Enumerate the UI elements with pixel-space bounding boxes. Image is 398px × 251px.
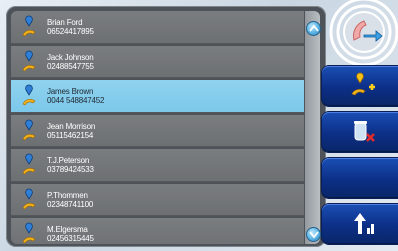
- scroll-up-button[interactable]: [306, 21, 321, 36]
- contact-name: Jean Morrison: [47, 121, 96, 131]
- phone-call-icon: [329, 0, 398, 67]
- sort-button[interactable]: [322, 204, 398, 244]
- contact-name: T.J.Peterson: [47, 156, 90, 165]
- contact-number: 02348741100: [47, 199, 94, 209]
- chevron-down-icon: [308, 231, 319, 239]
- list-item[interactable]: Brian Ford 06524417895: [11, 11, 304, 44]
- contact-number: 06524417895: [47, 27, 94, 36]
- list-item[interactable]: Jack Johnson 02488547755: [11, 45, 304, 78]
- chevron-up-icon: [308, 24, 319, 32]
- call-button[interactable]: [322, 0, 398, 67]
- phone-handset-pin-icon: [22, 153, 36, 175]
- contact-number: 0044 548847452: [47, 96, 105, 105]
- contact-name: Jack Johnson: [47, 52, 94, 62]
- sort-ascending-icon: [354, 213, 374, 234]
- contact-list[interactable]: Brian Ford 06524417895 Jack Johnson 0248…: [11, 11, 304, 244]
- phone-handset-pin-icon: [22, 50, 36, 71]
- phone-handset-pin-icon: [22, 84, 36, 106]
- delete-trash-icon: [354, 121, 375, 142]
- contact-name: James Brown: [47, 87, 94, 96]
- contact-number: 02488547755: [47, 61, 94, 71]
- empty-action-button[interactable]: [322, 158, 398, 198]
- list-item[interactable]: Jean Morrison 05115462154: [11, 114, 304, 147]
- list-item[interactable]: P.Thommen 02348741100: [11, 183, 304, 216]
- scrollbar[interactable]: [305, 11, 321, 244]
- phone-handset-pin-icon: [22, 222, 36, 244]
- add-contact-icon: [351, 72, 375, 96]
- list-item[interactable]: M.Elgersma 02456315445: [11, 218, 304, 244]
- phone-handset-pin-icon: [22, 119, 36, 140]
- contact-number: 05115462154: [47, 130, 94, 140]
- delete-contact-button[interactable]: [322, 112, 398, 152]
- add-contact-button[interactable]: [322, 66, 398, 106]
- phone-handset-pin-icon: [22, 188, 36, 209]
- list-item-selected[interactable]: James Brown 0044 548847452: [11, 80, 304, 113]
- scroll-down-button[interactable]: [306, 227, 321, 242]
- contact-name: M.Elgersma: [47, 225, 88, 234]
- phone-handset-pin-icon: [22, 15, 36, 37]
- list-item[interactable]: T.J.Peterson 03789424533: [11, 149, 304, 182]
- contact-number: 03789424533: [47, 165, 94, 174]
- contact-name: P.Thommen: [47, 190, 88, 200]
- contact-number: 02456315445: [47, 234, 94, 243]
- contact-name: Brian Ford: [47, 18, 83, 27]
